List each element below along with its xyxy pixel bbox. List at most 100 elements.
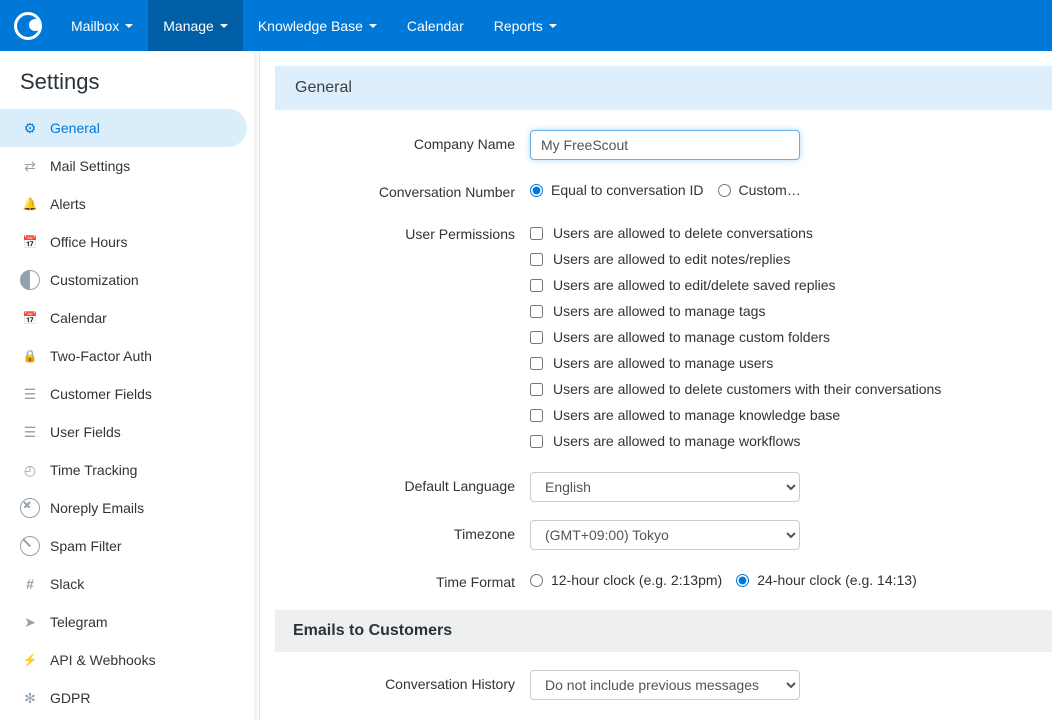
sidebar-item-label: Time Tracking <box>50 462 137 478</box>
asterisk-icon <box>20 688 40 708</box>
user-permission-option[interactable]: Users are allowed to manage knowledge ba… <box>530 402 1030 428</box>
user-permission-checkbox[interactable] <box>530 331 543 344</box>
calendar-icon <box>20 232 40 252</box>
user-permission-option[interactable]: Users are allowed to edit/delete saved r… <box>530 272 1030 298</box>
document-icon <box>20 384 40 404</box>
user-permission-checkbox[interactable] <box>530 435 543 448</box>
conversation-number-option[interactable]: Custom… <box>718 178 801 202</box>
default-language-label: Default Language <box>275 472 530 494</box>
user-permission-checkbox[interactable] <box>530 357 543 370</box>
nav-item-mailbox[interactable]: Mailbox <box>56 0 148 51</box>
sidebar-item-customization[interactable]: Customization <box>0 261 259 299</box>
chevron-down-icon <box>369 24 377 28</box>
user-permission-checkbox[interactable] <box>530 279 543 292</box>
checkbox-label: Users are allowed to delete conversation… <box>553 225 813 241</box>
document-icon <box>20 422 40 442</box>
hash-icon <box>20 574 40 594</box>
gear-icon <box>20 118 40 138</box>
company-name-label: Company Name <box>275 130 530 152</box>
panel-heading-general: General <box>275 66 1052 110</box>
sidebar-item-label: Mail Settings <box>50 158 130 174</box>
conversation-number-radio[interactable] <box>718 184 731 197</box>
sidebar-item-alerts[interactable]: Alerts <box>0 185 259 223</box>
sidebar-item-label: API & Webhooks <box>50 652 156 668</box>
user-permission-checkbox[interactable] <box>530 383 543 396</box>
timezone-label: Timezone <box>275 520 530 542</box>
sidebar-item-mail-settings[interactable]: Mail Settings <box>0 147 259 185</box>
sidebar-item-office-hours[interactable]: Office Hours <box>0 223 259 261</box>
checkbox-label: Users are allowed to edit/delete saved r… <box>553 277 836 293</box>
sidebar-item-gdpr[interactable]: GDPR <box>0 679 259 717</box>
calendar-icon <box>20 308 40 328</box>
conversation-history-select[interactable]: Do not include previous messages <box>530 670 800 700</box>
sidebar-item-label: Two-Factor Auth <box>50 348 152 364</box>
chevron-down-icon <box>549 24 557 28</box>
nav-item-calendar[interactable]: Calendar <box>392 0 479 51</box>
user-permission-option[interactable]: Users are allowed to delete conversation… <box>530 220 1030 246</box>
bell-icon <box>20 194 40 214</box>
timezone-select[interactable]: (GMT+09:00) Tokyo <box>530 520 800 550</box>
sidebar-item-label: User Fields <box>50 424 121 440</box>
sidebar-item-label: Slack <box>50 576 84 592</box>
user-permission-option[interactable]: Users are allowed to manage custom folde… <box>530 324 1030 350</box>
brand-logo[interactable] <box>0 0 56 51</box>
x-circle-icon <box>20 498 40 518</box>
chevron-down-icon <box>125 24 133 28</box>
sidebar-item-customer-fields[interactable]: Customer Fields <box>0 375 259 413</box>
sidebar-item-telegram[interactable]: Telegram <box>0 603 259 641</box>
sidebar-item-label: Customer Fields <box>50 386 152 402</box>
user-permission-checkbox[interactable] <box>530 253 543 266</box>
company-name-input[interactable] <box>530 130 800 160</box>
user-permission-option[interactable]: Users are allowed to manage users <box>530 350 1030 376</box>
radio-label: 24-hour clock (e.g. 14:13) <box>757 572 917 588</box>
checkbox-label: Users are allowed to manage knowledge ba… <box>553 407 840 423</box>
user-permissions-label: User Permissions <box>275 220 530 242</box>
half-circle-icon <box>20 270 40 290</box>
nav-item-label: Reports <box>494 18 543 34</box>
sidebar-item-label: Telegram <box>50 614 108 630</box>
conversation-number-radio[interactable] <box>530 184 543 197</box>
user-permission-option[interactable]: Users are allowed to delete customers wi… <box>530 376 1030 402</box>
nav-item-label: Calendar <box>407 18 464 34</box>
sidebar-item-label: Calendar <box>50 310 107 326</box>
sidebar-item-general[interactable]: General <box>0 109 247 147</box>
nav-item-reports[interactable]: Reports <box>479 0 572 51</box>
time-format-option[interactable]: 24-hour clock (e.g. 14:13) <box>736 568 917 592</box>
sidebar-item-two-factor-auth[interactable]: Two-Factor Auth <box>0 337 259 375</box>
time-format-radio[interactable] <box>530 574 543 587</box>
nav-item-label: Mailbox <box>71 18 119 34</box>
sidebar-title: Settings <box>0 51 259 109</box>
sidebar-item-user-fields[interactable]: User Fields <box>0 413 259 451</box>
default-language-select[interactable]: English <box>530 472 800 502</box>
clock-icon <box>20 460 40 480</box>
main-content: General Company Name Conversation Number… <box>260 51 1052 720</box>
section-emails-to-customers: Emails to Customers <box>275 610 1052 652</box>
nav-item-manage[interactable]: Manage <box>148 0 243 51</box>
ban-icon <box>20 536 40 556</box>
sidebar-item-calendar[interactable]: Calendar <box>0 299 259 337</box>
sidebar-item-spam-filter[interactable]: Spam Filter <box>0 527 259 565</box>
user-permission-option[interactable]: Users are allowed to manage workflows <box>530 428 1030 454</box>
nav-item-knowledge-base[interactable]: Knowledge Base <box>243 0 392 51</box>
user-permission-option[interactable]: Users are allowed to edit notes/replies <box>530 246 1030 272</box>
conversation-number-option[interactable]: Equal to conversation ID <box>530 178 704 202</box>
user-permission-checkbox[interactable] <box>530 227 543 240</box>
time-format-radio[interactable] <box>736 574 749 587</box>
sidebar-item-label: Office Hours <box>50 234 128 250</box>
radio-label: Custom… <box>739 182 801 198</box>
user-permission-checkbox[interactable] <box>530 305 543 318</box>
sidebar-item-label: General <box>50 120 100 136</box>
conversation-history-label: Conversation History <box>275 670 530 692</box>
user-permission-checkbox[interactable] <box>530 409 543 422</box>
sidebar-item-slack[interactable]: Slack <box>0 565 259 603</box>
radio-label: 12-hour clock (e.g. 2:13pm) <box>551 572 722 588</box>
sidebar-item-time-tracking[interactable]: Time Tracking <box>0 451 259 489</box>
sidebar-item-api-webhooks[interactable]: API & Webhooks <box>0 641 259 679</box>
swap-icon <box>20 156 40 176</box>
time-format-option[interactable]: 12-hour clock (e.g. 2:13pm) <box>530 568 722 592</box>
settings-sidebar: Settings General Mail Settings Alerts Offic… <box>0 51 260 720</box>
user-permission-option[interactable]: Users are allowed to manage tags <box>530 298 1030 324</box>
sidebar-item-noreply-emails[interactable]: Noreply Emails <box>0 489 259 527</box>
sidebar-item-label: Noreply Emails <box>50 500 144 516</box>
top-navbar: Mailbox ManageKnowledge Base Calendar Repor… <box>0 0 1052 51</box>
